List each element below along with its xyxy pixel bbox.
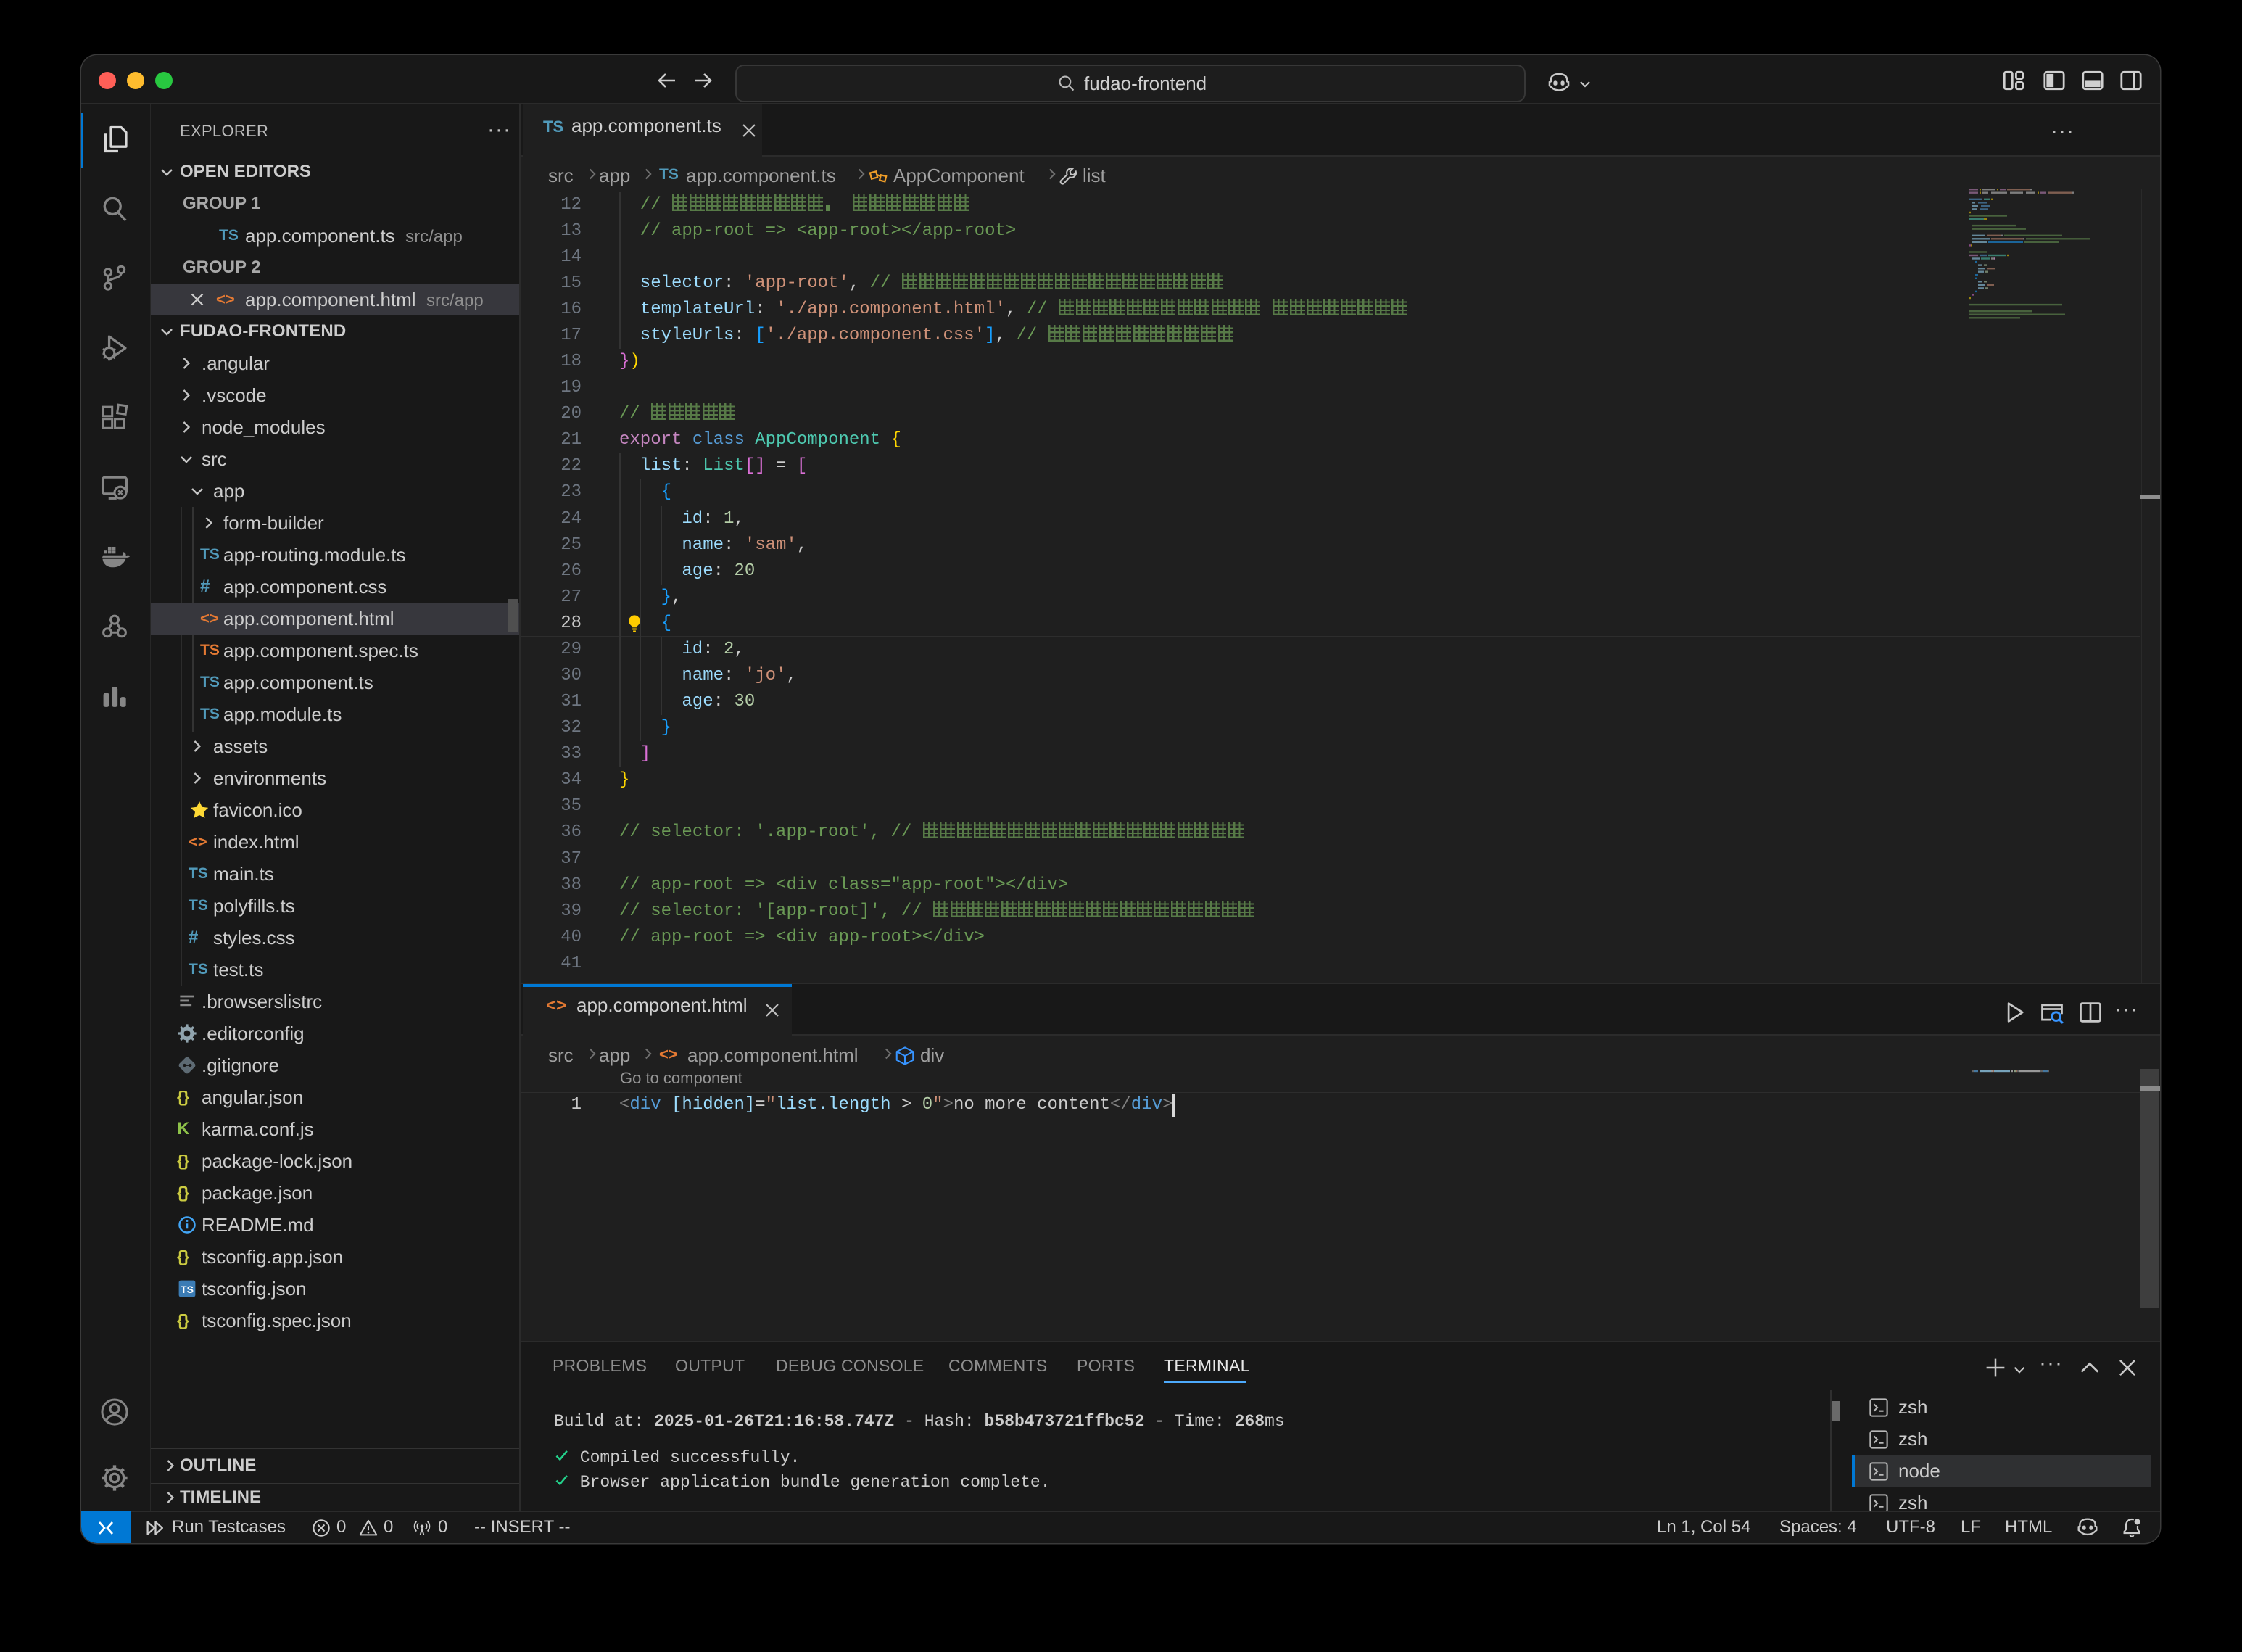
svg-text:TS: TS <box>181 1284 194 1295</box>
